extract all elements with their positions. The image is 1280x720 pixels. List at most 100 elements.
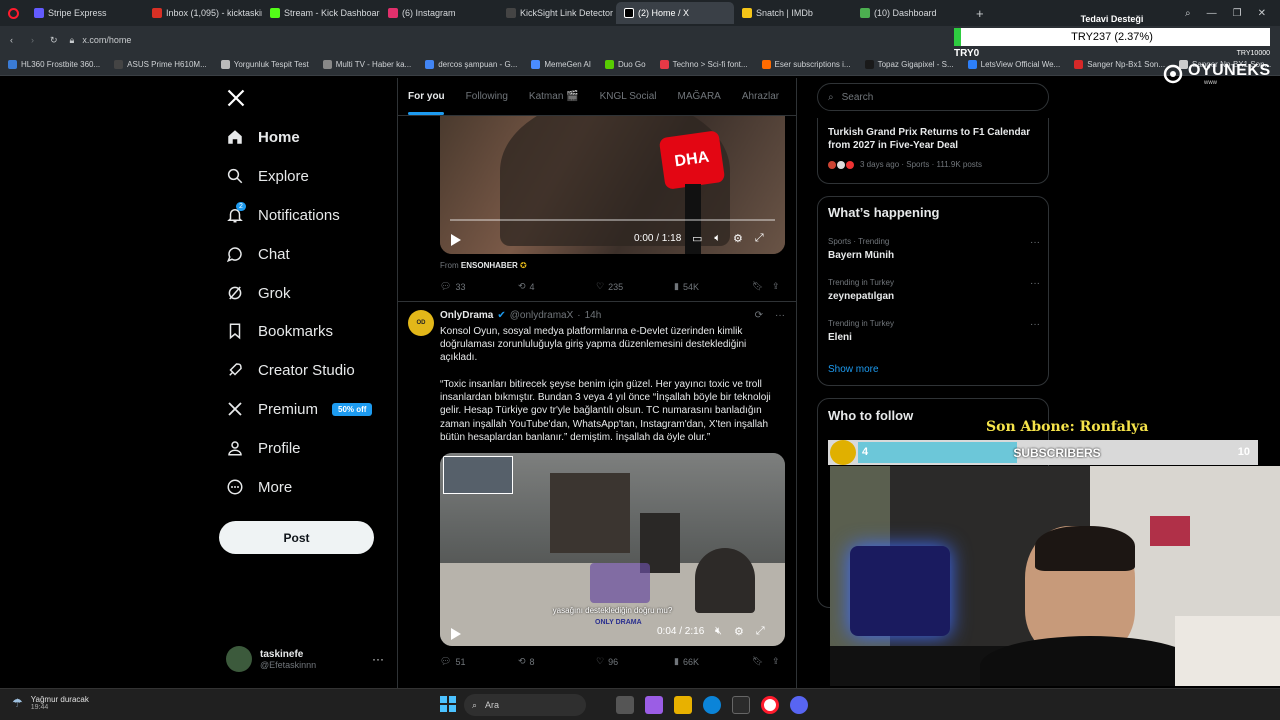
reload-icon[interactable]: ↻ [50, 35, 58, 46]
show-more-link[interactable]: Show more [828, 364, 879, 375]
reply-button[interactable]: 💬︎ 51 [440, 656, 518, 667]
nav-explore[interactable]: Explore [226, 167, 309, 185]
browser-tab[interactable]: (2) Home / X [616, 2, 734, 24]
bookmark-button[interactable]: 🔖︎ [752, 656, 772, 667]
forward-icon[interactable]: › [31, 35, 34, 45]
volume-icon[interactable]: 🔈︎ [714, 232, 721, 245]
trend-more-icon[interactable]: ··· [1030, 237, 1040, 248]
tweet2-video[interactable]: yasağını desteklediğin doğru mu? ONLY DR… [440, 453, 785, 646]
taskbar-search[interactable]: ⌕ Ara [464, 694, 586, 716]
author-name[interactable]: OnlyDrama [440, 310, 493, 321]
nav-chat[interactable]: Chat [226, 245, 290, 263]
weather-widget[interactable]: ☂︎ Yağmur duracak 19:44 [12, 695, 89, 711]
tweet1-video[interactable]: DHA 0:00 / 1:18 ▭ 🔈︎ ⚙︎ ⤢ [440, 116, 785, 254]
tab-for-you[interactable]: For you [408, 91, 445, 102]
nav-grok[interactable]: Grok [226, 284, 291, 302]
play-icon[interactable] [450, 627, 461, 645]
search-input[interactable]: Search [842, 92, 874, 103]
bookmark-item[interactable]: HL360 Frostbite 360... [8, 60, 100, 69]
bookmark-item[interactable]: Topaz Gigapixel - S... [864, 60, 954, 69]
back-icon[interactable]: ‹ [10, 35, 13, 45]
video-progress-bar[interactable] [450, 219, 775, 221]
settings-icon[interactable]: ⚙︎ [734, 625, 744, 638]
tab-following[interactable]: Following [466, 91, 508, 102]
account-switcher[interactable]: taskinefe @Efetaskinnn ··· [226, 642, 384, 676]
repost-button[interactable]: ⟲ 8 [518, 656, 596, 667]
tab-magara[interactable]: MAĞARA [678, 91, 721, 102]
tweet-time[interactable]: 14h [585, 310, 602, 321]
tab-katman[interactable]: Katman 🎬 [529, 91, 579, 102]
like-button[interactable]: ♡ 96 [596, 656, 674, 667]
bookmark-item[interactable]: LetsView Official We... [967, 60, 1060, 69]
windows-start-icon[interactable] [440, 696, 456, 717]
search-box[interactable]: ⌕ Search [817, 83, 1049, 111]
mute-icon[interactable]: 🔇︎ [715, 625, 722, 638]
bookmark-item[interactable]: MemeGen AI [531, 60, 591, 69]
edge-icon[interactable] [703, 696, 721, 714]
bookmark-item[interactable]: Duo Go [605, 60, 646, 69]
taskbar-search-input[interactable]: Ara [485, 700, 499, 710]
tab-kngl-social[interactable]: KNGL Social [600, 91, 657, 102]
trend-more-icon[interactable]: ··· [1030, 278, 1040, 289]
reply-icon: 💬︎ [440, 281, 452, 291]
reply-icon: 💬︎ [440, 656, 452, 666]
browser-tab[interactable]: (10) Dashboard [852, 2, 970, 24]
nav-premium[interactable]: Premium 50% off [226, 400, 373, 418]
bookmark-item[interactable]: Techno > Sci-fi font... [659, 60, 748, 69]
avatar[interactable]: OD [408, 310, 434, 336]
nav-bookmarks[interactable]: Bookmarks [226, 322, 333, 340]
store-icon[interactable] [732, 696, 750, 714]
repost-button[interactable]: ⟲ 4 [518, 281, 596, 292]
bookmark-item[interactable]: dercos şampuan - G... [425, 60, 517, 69]
views-button[interactable]: ▮ 54K [674, 281, 752, 292]
url-input[interactable]: x.com/home [82, 35, 131, 45]
nav-more[interactable]: More [226, 478, 292, 496]
tweet-more-icon[interactable]: ··· [775, 310, 785, 321]
bookmark-item[interactable]: Multi TV - Haber ka... [322, 60, 411, 69]
nav-notifications[interactable]: Notifications 2 [226, 202, 340, 224]
browser-tab[interactable]: KickSight Link Detector [498, 2, 616, 24]
tab-ahrazlar[interactable]: Ahrazlar [742, 91, 779, 102]
opera-icon[interactable] [761, 696, 779, 714]
browser-tab[interactable]: (6) Instagram [380, 2, 498, 24]
reply-button[interactable]: 💬︎ 33 [440, 281, 518, 292]
settings-icon[interactable]: ⚙︎ [733, 232, 743, 245]
share-button[interactable]: ⇪ [772, 656, 780, 667]
fullscreen-icon[interactable]: ⤢ [755, 232, 764, 245]
from-source[interactable]: ENSONHABER [461, 261, 518, 270]
copilot-icon[interactable] [645, 696, 663, 714]
nav-creator-studio[interactable]: Creator Studio [226, 361, 355, 379]
browser-tab[interactable]: Stripe Express [26, 2, 144, 24]
file-explorer-icon[interactable] [674, 696, 692, 714]
opera-logo-icon[interactable] [0, 2, 26, 24]
trend-item[interactable]: Trending in Turkey Eleni ··· [828, 319, 1040, 343]
bookmark-button[interactable]: 🔖︎ [752, 281, 772, 292]
views-button[interactable]: ▮ 66K [674, 656, 752, 667]
trend-item[interactable]: Sports · Trending Bayern Münih ··· [828, 237, 1040, 261]
account-more-icon[interactable]: ··· [372, 652, 384, 666]
browser-tab[interactable]: Snatch | IMDb [734, 2, 852, 24]
like-button[interactable]: ♡ 235 [596, 281, 674, 292]
share-button[interactable]: ⇪ [772, 281, 780, 292]
grok-explain-icon[interactable]: ⟳ [755, 310, 763, 321]
bookmark-item[interactable]: Eser subscriptions i... [761, 60, 851, 69]
discord-icon[interactable] [790, 696, 808, 714]
author-handle[interactable]: @onlydramaX [510, 310, 574, 321]
browser-tab[interactable]: Inbox (1,095) - kicktaskin [144, 2, 262, 24]
task-view-icon[interactable] [616, 696, 634, 714]
nav-home[interactable]: Home [226, 128, 300, 146]
play-icon[interactable] [450, 233, 461, 251]
post-button[interactable]: Post [219, 521, 374, 554]
fullscreen-icon[interactable]: ⤢ [756, 625, 765, 638]
trend-item[interactable]: Trending in Turkey zeynepatılgan ··· [828, 278, 1040, 302]
bookmark-item[interactable]: ASUS Prime H610M... [114, 60, 207, 69]
x-logo-icon[interactable] [226, 88, 246, 113]
top-trend-card[interactable]: Turkish Grand Prix Returns to F1 Calenda… [817, 118, 1049, 184]
dha-microphone-flag: DHA [658, 130, 726, 190]
browser-tab[interactable]: Stream - Kick Dashboard [262, 2, 380, 24]
trend-more-icon[interactable]: ··· [1030, 319, 1040, 330]
nav-profile[interactable]: Profile [226, 439, 301, 457]
bookmark-item[interactable]: Sanger Np-Bx1 Son... [1074, 60, 1165, 69]
captions-icon[interactable]: ▭ [692, 232, 702, 245]
bookmark-item[interactable]: Yorgunluk Tespit Test [220, 60, 309, 69]
